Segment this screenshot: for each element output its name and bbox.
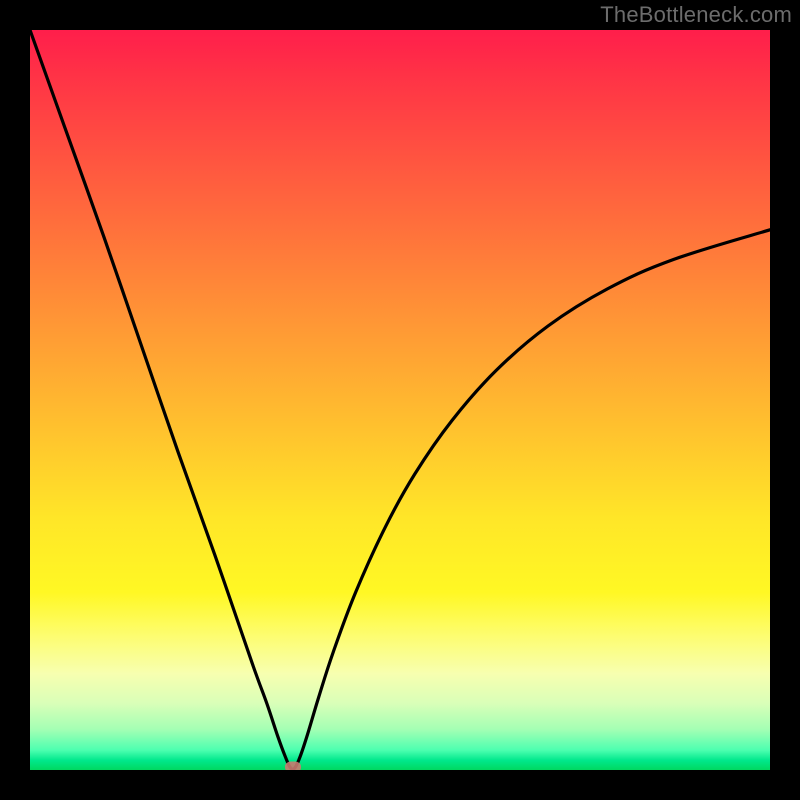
plot-area <box>30 30 770 770</box>
curve-svg <box>30 30 770 770</box>
min-marker <box>285 762 301 771</box>
watermark-text: TheBottleneck.com <box>600 2 792 28</box>
bottleneck-curve <box>30 30 770 769</box>
chart-frame: TheBottleneck.com <box>0 0 800 800</box>
